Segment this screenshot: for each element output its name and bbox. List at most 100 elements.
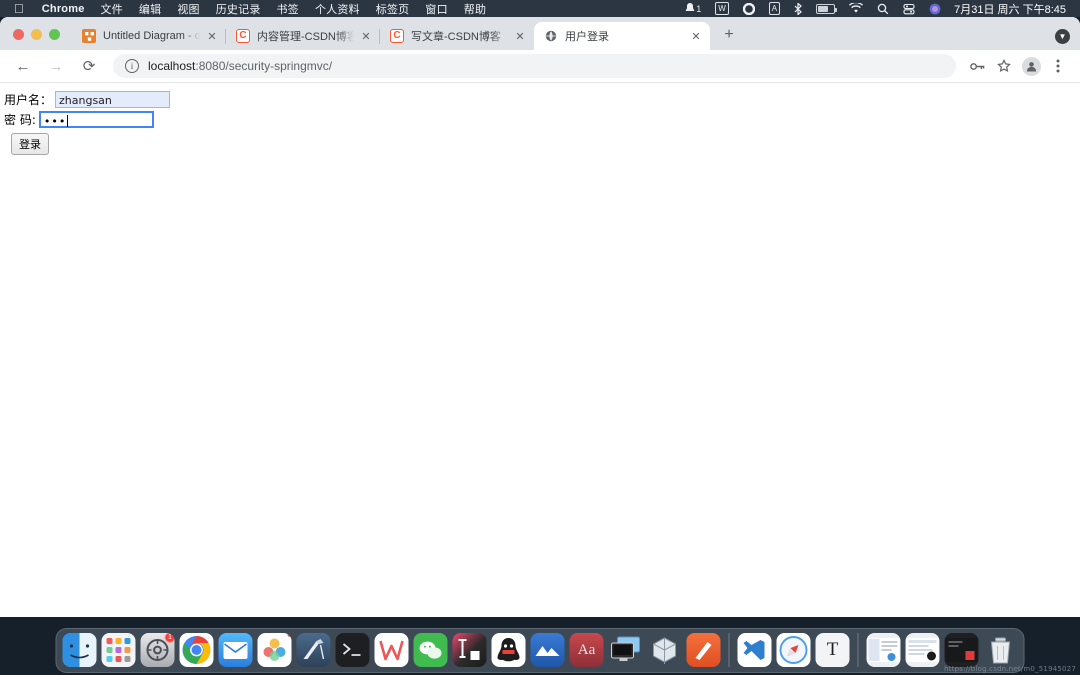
password-masked-value: ••• [43,115,67,128]
tab-content-management-csdn[interactable]: C 内容管理-CSDN博客 ✕ [226,22,380,50]
stack-window-1-icon[interactable] [866,633,901,667]
onedrive-icon[interactable] [736,0,762,17]
globe-icon [544,29,558,43]
menu-item-view[interactable]: 视图 [169,1,207,17]
tab-close-icon[interactable]: ✕ [512,28,528,44]
vscode-icon[interactable] [737,633,772,667]
terminal-icon[interactable] [335,633,370,667]
reload-button[interactable]: ⟳ [76,53,102,79]
menu-item-profile[interactable]: 个人资料 [307,1,368,17]
password-input[interactable]: ••• [38,111,154,128]
photos-dot-badge [287,633,292,637]
wps-icon[interactable]: W [708,0,736,17]
username-row: 用户名： zhangsan [4,91,1080,108]
wifi-icon[interactable] [842,0,870,17]
macos-dock: 1 Aa T [55,628,1025,673]
menu-item-history[interactable]: 历史记录 [208,1,269,17]
tab-close-icon[interactable]: ✕ [204,28,220,44]
stack-window-2-icon[interactable] [905,633,940,667]
tab-close-icon[interactable]: ✕ [358,28,374,44]
menu-item-edit[interactable]: 编辑 [131,1,169,17]
three-dots-menu-icon[interactable] [1046,54,1070,78]
typora-icon[interactable] [686,633,721,667]
watermark-text: https://blog.csdn.net/m0_51945027 [944,665,1076,673]
menu-item-tabs[interactable]: 标签页 [368,1,418,17]
menu-item-help[interactable]: 帮助 [456,1,494,17]
window-close-button[interactable] [13,29,24,40]
qq-icon[interactable] [491,633,526,667]
username-input[interactable]: zhangsan [55,91,171,108]
mail-icon[interactable] [218,633,253,667]
csdn-icon: C [236,29,250,43]
address-bar[interactable]: i localhost:8080/security-springmvc/ [113,54,956,78]
tab-title: Untitled Diagram - diagrams.n [103,30,200,42]
chrome-browser-window: Untitled Diagram - diagrams.n ✕ C 内容管理-C… [0,17,1080,617]
photos-icon[interactable] [257,633,292,667]
tab-write-article-csdn[interactable]: C 写文章-CSDN博客 ✕ [380,22,534,50]
chrome-icon[interactable] [179,633,214,667]
tab-strip-right-area: ▼ [1055,29,1070,44]
window-zoom-button[interactable] [49,29,60,40]
new-tab-button[interactable]: + [716,22,742,48]
login-button[interactable]: 登录 [11,133,49,155]
trash-icon[interactable] [984,633,1018,667]
bluetooth-icon[interactable] [787,0,809,17]
dock-divider-2 [857,633,859,667]
notification-bell-icon[interactable]: 1 [678,0,708,17]
diagrams-net-icon [82,29,96,43]
dock-divider [728,633,730,667]
tab-close-icon[interactable]: ✕ [688,28,704,44]
tab-untitled-diagram[interactable]: Untitled Diagram - diagrams.n ✕ [72,22,226,50]
menubar-clock[interactable]: 7月31日 周六 下午8:45 [948,1,1074,17]
dictionary-icon[interactable]: Aa [569,633,604,667]
menu-item-file[interactable]: 文件 [93,1,131,17]
update-available-icon[interactable]: ▼ [1055,29,1070,44]
forward-button[interactable]: → [43,53,69,79]
page-viewport: 用户名： zhangsan 密 码: ••• 登录 [0,83,1080,617]
macos-menubar:  Chrome 文件 编辑 视图 历史记录 书签 个人资料 标签页 窗口 帮助… [0,0,1080,17]
texshop-glyph: T [826,639,839,660]
tab-user-login[interactable]: 用户登录 ✕ [534,22,710,50]
password-label: 密 码: [4,113,36,127]
remote-desktop-icon[interactable] [609,633,643,667]
tab-strip: Untitled Diagram - diagrams.n ✕ C 内容管理-C… [0,17,1080,50]
apple-logo-icon[interactable]:  [14,2,24,15]
url-host: localhost [148,59,196,73]
virtualbox-icon[interactable] [648,633,682,667]
url-path: :8080/security-springmvc/ [195,59,333,73]
system-preferences-icon[interactable]: 1 [140,633,175,667]
input-source-icon[interactable]: A [762,0,787,17]
avatar-icon[interactable] [1019,54,1043,78]
menu-item-chrome[interactable]: Chrome [34,3,93,15]
dictionary-glyph: Aa [577,641,596,658]
texshop-icon[interactable]: T [815,633,850,667]
safari-icon[interactable] [776,633,811,667]
control-center-icon[interactable] [896,0,922,17]
username-label: 用户名： [4,93,53,107]
back-button[interactable]: ← [10,53,36,79]
tab-title: 用户登录 [565,31,609,43]
window-minimize-button[interactable] [31,29,42,40]
tab-title: 内容管理-CSDN博客 [257,31,354,43]
browser-toolbar: ← → ⟳ i localhost:8080/security-springmv… [0,50,1080,83]
menu-item-window[interactable]: 窗口 [417,1,455,17]
battery-icon[interactable] [809,0,842,17]
wps-office-icon[interactable] [374,633,409,667]
csdn-icon: C [390,29,404,43]
preview-icon[interactable] [296,633,331,667]
stack-window-3-icon[interactable] [944,633,979,667]
menu-item-bookmarks[interactable]: 书签 [269,1,307,17]
star-icon[interactable] [992,54,1016,78]
login-row: 登录 [4,131,1080,155]
finder-icon[interactable] [62,633,97,667]
siri-icon[interactable] [922,0,948,17]
launchpad-icon[interactable] [101,633,136,667]
intellij-idea-icon[interactable] [452,633,487,667]
spotlight-search-icon[interactable] [870,0,896,17]
profile-avatar [1021,56,1041,76]
menubar-status-area: 1 W A 7月31日 周六 下午8:45 [678,0,1074,17]
navicat-icon[interactable] [530,633,565,667]
key-icon[interactable] [965,54,989,78]
site-info-icon[interactable]: i [125,59,139,73]
wechat-icon[interactable] [413,633,448,667]
